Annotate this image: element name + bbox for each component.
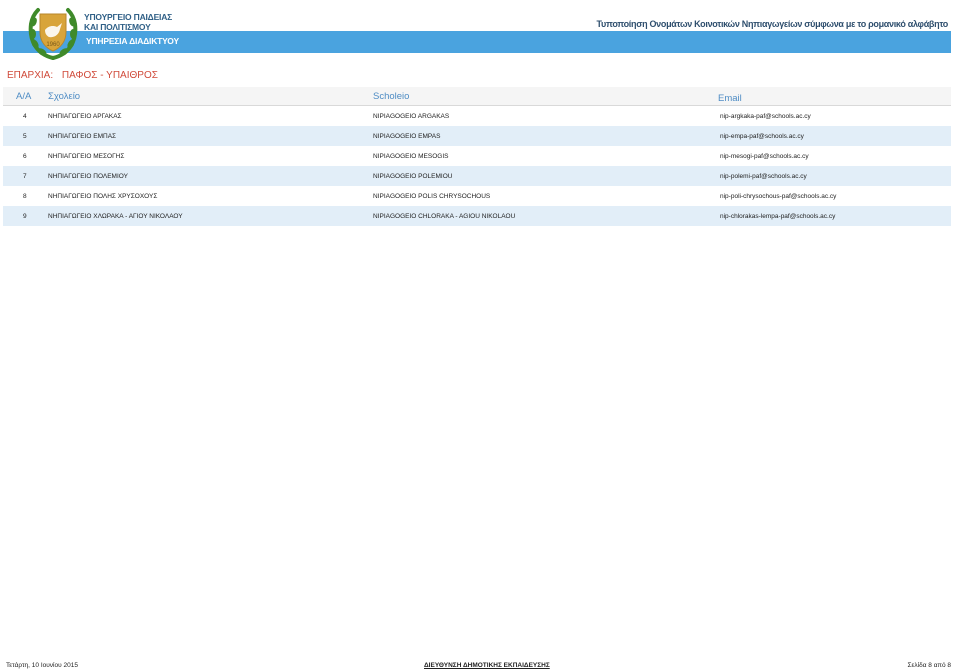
cell-aa: 7	[23, 173, 27, 180]
cell-email[interactable]: nip-polemi-paf@schools.ac.cy	[720, 173, 807, 180]
header-aa: Α/Α	[16, 91, 32, 102]
cell-email[interactable]: nip-poli-chrysochous-paf@schools.ac.cy	[720, 193, 836, 200]
district-label: ΕΠΑΡΧΙΑ:	[7, 70, 54, 81]
cell-school-greek: ΝΗΠΙΑΓΩΓΕΙΟ ΑΡΓΑΚΑΣ	[48, 113, 122, 120]
cell-school-latin: NIPIAGOGEIO POLIS CHRYSOCHOUS	[373, 193, 491, 200]
svg-text:1960: 1960	[46, 42, 60, 48]
header-email: Email	[718, 93, 742, 104]
footer-date: Τετάρτη, 10 Ιουνίου 2015	[6, 662, 78, 669]
district-value: ΠΑΦΟΣ - ΥΠΑΙΘΡΟΣ	[61, 70, 158, 81]
header-school-latin: Scholeio	[373, 91, 410, 102]
page-footer: Τετάρτη, 10 Ιουνίου 2015 ΔΙΕΥΘΥΝΣΗ ΔΗΜΟΤ…	[0, 662, 960, 670]
document-title: Τυποποίηση Ονομάτων Κοινοτικών Νηπιαγωγε…	[596, 19, 949, 29]
cell-aa: 8	[23, 193, 27, 200]
footer-department: ΔΙΕΥΘΥΝΣΗ ΔΗΜΟΤΙΚΗΣ ΕΚΠΑΙΔΕΥΣΗΣ	[424, 662, 550, 669]
cell-school-greek: ΝΗΠΙΑΓΩΓΕΙΟ ΠΟΛΕΜΙΟΥ	[48, 173, 128, 180]
cell-email[interactable]: nip-argkaka-paf@schools.ac.cy	[720, 113, 811, 120]
table-row: 9 ΝΗΠΙΑΓΩΓΕΙΟ ΧΛΩΡΑΚΑ - ΑΓΙΟΥ ΝΙΚΟΛΑΟΥ N…	[3, 206, 951, 226]
table-row: 6 ΝΗΠΙΑΓΩΓΕΙΟ ΜΕΣΟΓΗΣ NIPIAGOGEIO MESOGI…	[3, 146, 951, 166]
cell-email[interactable]: nip-chlorakas-lempa-paf@schools.ac.cy	[720, 213, 835, 220]
service-name: ΥΠΗΡΕΣΙΑ ΔΙΑΔΙΚΤΥΟΥ	[86, 36, 179, 46]
cell-school-latin: NIPIAGOGEIO ARGAKAS	[373, 113, 450, 120]
cell-aa: 4	[23, 113, 27, 120]
cell-aa: 5	[23, 133, 27, 140]
cell-email[interactable]: nip-empa-paf@schools.ac.cy	[720, 133, 804, 140]
cell-school-latin: NIPIAGOGEIO CHLORAKA - AGIOU NIKOLAOU	[373, 213, 516, 220]
header-banner: 1960 ΥΠΟΥΡΓΕΙΟ ΠΑΙΔΕΙΑΣ ΚΑΙ ΠΟΛΙΤΙΣΜΟΥ Υ…	[0, 0, 960, 62]
cell-school-latin: NIPIAGOGEIO MESOGIS	[373, 153, 449, 160]
ministry-line2: ΚΑΙ ΠΟΛΙΤΙΣΜΟΥ	[84, 22, 151, 32]
header-school-greek: Σχολείο	[48, 91, 81, 102]
table-row: 4 ΝΗΠΙΑΓΩΓΕΙΟ ΑΡΓΑΚΑΣ NIPIAGOGEIO ARGAKA…	[3, 106, 951, 126]
table-row: 8 ΝΗΠΙΑΓΩΓΕΙΟ ΠΟΛΗΣ ΧΡΥΣΟΧΟΥΣ NIPIAGOGEI…	[3, 186, 951, 206]
cell-aa: 6	[23, 153, 27, 160]
ministry-name: ΥΠΟΥΡΓΕΙΟ ΠΑΙΔΕΙΑΣ ΚΑΙ ΠΟΛΙΤΙΣΜΟΥ	[84, 12, 172, 32]
table-row: 5 ΝΗΠΙΑΓΩΓΕΙΟ ΕΜΠΑΣ NIPIAGOGEIO EMPAS ni…	[3, 126, 951, 146]
cell-aa: 9	[23, 213, 27, 220]
cell-school-latin: NIPIAGOGEIO POLEMIOU	[373, 173, 453, 180]
table-header: Α/Α Σχολείο Scholeio Email	[3, 87, 951, 106]
cell-school-greek: ΝΗΠΙΑΓΩΓΕΙΟ ΕΜΠΑΣ	[48, 133, 117, 140]
footer-page-number: Σελίδα 8 από 8	[907, 662, 952, 669]
cell-school-greek: ΝΗΠΙΑΓΩΓΕΙΟ ΠΟΛΗΣ ΧΡΥΣΟΧΟΥΣ	[48, 193, 158, 200]
cyprus-emblem-icon: 1960	[28, 8, 78, 60]
ministry-line1: ΥΠΟΥΡΓΕΙΟ ΠΑΙΔΕΙΑΣ	[84, 12, 173, 22]
district-line: ΕΠΑΡΧΙΑ: ΠΑΦΟΣ - ΥΠΑΙΘΡΟΣ	[7, 70, 158, 81]
cell-email[interactable]: nip-mesogi-paf@schools.ac.cy	[720, 153, 809, 160]
cell-school-greek: ΝΗΠΙΑΓΩΓΕΙΟ ΧΛΩΡΑΚΑ - ΑΓΙΟΥ ΝΙΚΟΛΑΟΥ	[48, 213, 183, 220]
schools-table: Α/Α Σχολείο Scholeio Email 4 ΝΗΠΙΑΓΩΓΕΙΟ…	[3, 87, 951, 226]
table-row: 7 ΝΗΠΙΑΓΩΓΕΙΟ ΠΟΛΕΜΙΟΥ NIPIAGOGEIO POLEM…	[3, 166, 951, 186]
cell-school-greek: ΝΗΠΙΑΓΩΓΕΙΟ ΜΕΣΟΓΗΣ	[48, 153, 125, 160]
cell-school-latin: NIPIAGOGEIO EMPAS	[373, 133, 441, 140]
